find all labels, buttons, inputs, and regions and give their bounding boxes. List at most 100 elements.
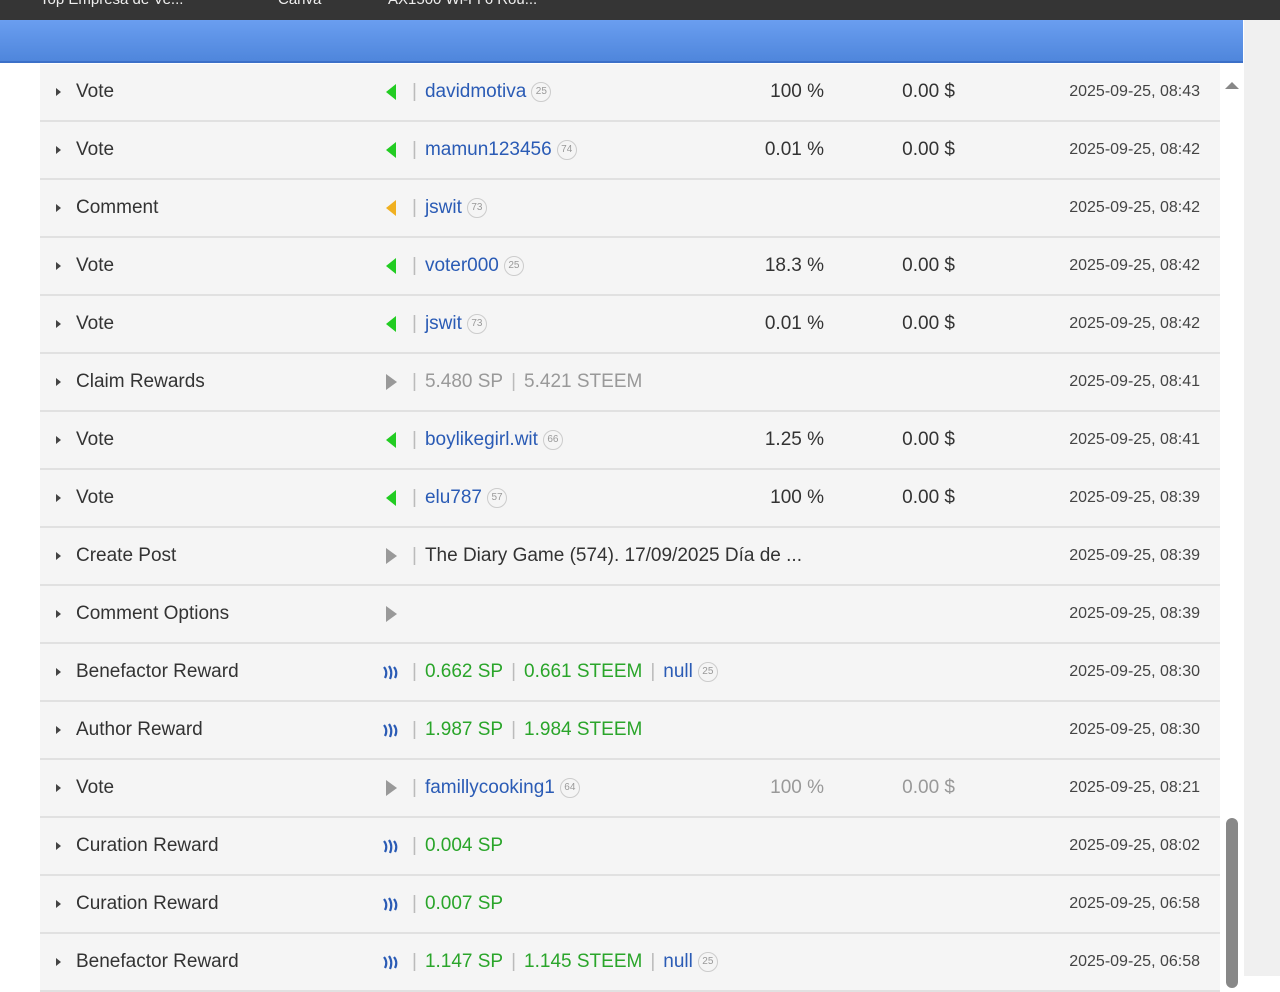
operation-type: Vote — [76, 255, 115, 276]
vote-up-icon — [382, 83, 400, 101]
timestamp: 2025-09-25, 08:39 — [1069, 547, 1200, 564]
vote-weight: 100 % — [770, 777, 824, 798]
bookmark[interactable]: Top Empresa de Ve... — [40, 0, 183, 8]
operation-row[interactable]: Vote | mamun123456 74 0.01 % 0.00 $ 2025-09-2… — [40, 122, 1220, 180]
operation-row[interactable]: Vote | famillycooking1 64 100 % 0.00 $ 2025-0… — [40, 760, 1220, 818]
timestamp: 2025-09-25, 06:58 — [1069, 953, 1200, 970]
reputation-badge: 66 — [542, 430, 563, 450]
expand-caret-icon[interactable] — [56, 900, 61, 908]
detail-text: 1.147 SP — [424, 951, 504, 972]
operations-list: Vote | davidmotiva 25 100 % 0.00 $ 2025-09-25… — [40, 64, 1220, 992]
expand-caret-icon[interactable] — [56, 784, 61, 792]
scrollbar[interactable] — [1222, 64, 1242, 988]
expand-caret-icon[interactable] — [56, 610, 61, 618]
separator: | — [650, 661, 656, 682]
account-link[interactable]: jswit — [425, 313, 462, 335]
detail-text: 0.004 SP — [424, 835, 504, 856]
vote-up-icon — [382, 315, 400, 333]
expand-caret-icon[interactable] — [56, 958, 61, 966]
separator: | — [412, 835, 417, 856]
operation-type: Curation Reward — [76, 893, 219, 914]
operation-details: | voter000 25 — [412, 255, 524, 277]
operation-row[interactable]: Vote | jswit 73 0.01 % 0.00 $ 2025-09-25, 08:… — [40, 296, 1220, 354]
operation-row[interactable]: Vote | davidmotiva 25 100 % 0.00 $ 2025-09-25… — [40, 64, 1220, 122]
separator: | — [412, 429, 417, 450]
timestamp: 2025-09-25, 08:43 — [1069, 83, 1200, 100]
account-link[interactable]: voter000 — [425, 255, 499, 277]
operation-row[interactable]: Benefactor Reward | 1.147 SP | 1.145 STEEM |… — [40, 934, 1220, 992]
bookmark[interactable]: AX1500 Wi-Fi 6 Rou... — [388, 0, 537, 8]
timestamp: 2025-09-25, 08:39 — [1069, 489, 1200, 506]
detail-text: 1.987 SP — [424, 719, 504, 740]
separator: | — [412, 81, 417, 102]
operation-details: | 0.007 SP — [412, 893, 503, 915]
reputation-badge: 73 — [466, 198, 487, 218]
account-link[interactable]: famillycooking1 — [425, 777, 555, 799]
expand-caret-icon[interactable] — [56, 494, 61, 502]
reputation-badge: 25 — [697, 952, 718, 972]
account-link[interactable]: boylikegirl.wit — [425, 429, 538, 451]
account-link[interactable]: null — [663, 661, 693, 683]
vote-value: 0.00 $ — [902, 255, 955, 276]
operation-row[interactable]: Author Reward | 1.987 SP | 1.984 STEEM 2025-… — [40, 702, 1220, 760]
vote-value: 0.00 $ — [902, 81, 955, 102]
operation-row[interactable]: Claim Rewards | 5.480 SP | 5.421 STEEM 2025-… — [40, 354, 1220, 412]
operation-details: | boylikegirl.wit 66 — [412, 429, 563, 451]
operation-details: | jswit 73 — [412, 197, 487, 219]
operation-row[interactable]: Curation Reward | 0.004 SP 2025-09-25, 08:… — [40, 818, 1220, 876]
separator: | — [412, 487, 417, 508]
reputation-badge: 73 — [466, 314, 487, 334]
detail-text: 5.480 SP — [424, 371, 504, 392]
expand-caret-icon[interactable] — [56, 262, 61, 270]
vote-weight: 100 % — [770, 487, 824, 508]
expand-caret-icon[interactable] — [56, 320, 61, 328]
operation-row[interactable]: Create Post | The Diary Game (574). 17/09… — [40, 528, 1220, 586]
outgoing-icon — [382, 605, 400, 623]
operation-type: Vote — [76, 777, 115, 798]
separator: | — [412, 951, 417, 972]
account-link[interactable]: mamun123456 — [425, 139, 552, 161]
expand-caret-icon[interactable] — [56, 842, 61, 850]
page-margin — [1244, 20, 1280, 976]
operation-row[interactable]: Vote | elu787 57 100 % 0.00 $ 2025-09-25, 08:… — [40, 470, 1220, 528]
operation-details: | elu787 57 — [412, 487, 507, 509]
expand-caret-icon[interactable] — [56, 436, 61, 444]
account-link[interactable]: jswit — [425, 197, 462, 219]
page-header-bar — [0, 20, 1243, 63]
expand-caret-icon[interactable] — [56, 146, 61, 154]
operation-row[interactable]: Curation Reward | 0.007 SP 2025-09-25, 06:… — [40, 876, 1220, 934]
operation-row[interactable]: Vote | voter000 25 18.3 % 0.00 $ 2025-09-25, … — [40, 238, 1220, 296]
bookmark[interactable]: Canva — [278, 0, 321, 8]
scrollbar-thumb[interactable] — [1226, 818, 1238, 988]
operation-details: | 5.480 SP | 5.421 STEEM — [412, 371, 642, 393]
account-link[interactable]: elu787 — [425, 487, 482, 509]
separator: | — [511, 661, 517, 682]
operation-type: Benefactor Reward — [76, 951, 239, 972]
separator: | — [511, 371, 517, 392]
timestamp: 2025-09-25, 08:02 — [1069, 837, 1200, 854]
separator: | — [412, 197, 417, 218]
timestamp: 2025-09-25, 08:41 — [1069, 431, 1200, 448]
expand-caret-icon[interactable] — [56, 726, 61, 734]
detail-text: 0.007 SP — [424, 893, 504, 914]
account-link[interactable]: null — [663, 951, 693, 973]
operation-row[interactable]: Benefactor Reward | 0.662 SP | 0.661 STEEM |… — [40, 644, 1220, 702]
expand-caret-icon[interactable] — [56, 552, 61, 560]
vote-value: 0.00 $ — [902, 777, 955, 798]
operation-row[interactable]: Comment Options 2025-09-25, 08:39 — [40, 586, 1220, 644]
separator: | — [412, 893, 417, 914]
operation-details: | 0.004 SP — [412, 835, 503, 857]
account-link[interactable]: davidmotiva — [425, 81, 526, 103]
reputation-badge: 57 — [487, 488, 507, 508]
operation-row[interactable]: Vote | boylikegirl.wit 66 1.25 % 0.00 $ 2025-… — [40, 412, 1220, 470]
separator: | — [650, 951, 656, 972]
expand-caret-icon[interactable] — [56, 378, 61, 386]
reputation-badge: 25 — [503, 256, 524, 276]
expand-caret-icon[interactable] — [56, 88, 61, 96]
expand-caret-icon[interactable] — [56, 204, 61, 212]
scroll-up-icon[interactable] — [1225, 82, 1239, 89]
operation-row[interactable]: Comment | jswit 73 2025-09-25, 08:42 — [40, 180, 1220, 238]
vote-up-icon — [382, 489, 400, 507]
operation-type: Vote — [76, 429, 115, 450]
expand-caret-icon[interactable] — [56, 668, 61, 676]
